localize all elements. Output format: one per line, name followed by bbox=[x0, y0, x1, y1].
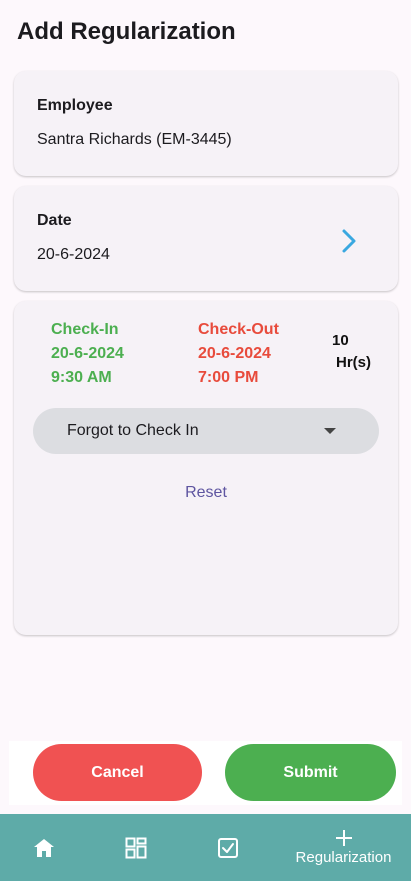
check-in-date: 20-6-2024 bbox=[51, 345, 124, 362]
check-out-label: Check-Out bbox=[198, 321, 279, 338]
duration-value: 10 bbox=[332, 332, 349, 349]
nav-item-home[interactable] bbox=[23, 814, 65, 881]
plus-icon bbox=[335, 830, 352, 846]
reason-dropdown-value: Forgot to Check In bbox=[67, 422, 199, 439]
employee-value: Santra Richards (EM-3445) bbox=[37, 131, 232, 148]
reset-link[interactable]: Reset bbox=[14, 484, 398, 502]
reason-dropdown[interactable]: Forgot to Check In bbox=[33, 408, 379, 454]
date-label: Date bbox=[37, 212, 72, 229]
page-title: Add Regularization bbox=[17, 18, 236, 45]
nav-item-tasks[interactable] bbox=[207, 814, 249, 881]
dashboard-grid-icon bbox=[125, 837, 147, 858]
check-in-label: Check-In bbox=[51, 321, 119, 338]
caret-down-icon bbox=[324, 428, 336, 434]
check-out-time: 7:00 PM bbox=[198, 369, 259, 386]
checkbox-icon bbox=[218, 837, 238, 858]
nav-regularization-label: Regularization bbox=[295, 849, 392, 866]
nav-item-dashboard[interactable] bbox=[115, 814, 157, 881]
check-in-block: Check-In 20-6-2024 9:30 AM bbox=[51, 318, 124, 390]
employee-card: Employee Santra Richards (EM-3445) bbox=[14, 71, 398, 176]
submit-button[interactable]: Submit bbox=[225, 744, 396, 801]
nav-item-regularization[interactable]: Regularization bbox=[286, 814, 401, 881]
check-in-time: 9:30 AM bbox=[51, 369, 112, 386]
check-out-block: Check-Out 20-6-2024 7:00 PM bbox=[198, 318, 279, 390]
attendance-card: Check-In 20-6-2024 9:30 AM Check-Out 20-… bbox=[14, 301, 398, 635]
date-card[interactable]: Date 20-6-2024 bbox=[14, 186, 398, 291]
home-icon bbox=[34, 838, 54, 857]
duration: 10 Hr(s) bbox=[332, 330, 371, 374]
duration-unit: Hr(s) bbox=[336, 354, 372, 371]
date-value: 20-6-2024 bbox=[37, 246, 110, 263]
bottom-nav: Regularization bbox=[0, 814, 411, 881]
chevron-right-icon[interactable] bbox=[340, 227, 358, 255]
cancel-button[interactable]: Cancel bbox=[33, 744, 202, 801]
employee-label: Employee bbox=[37, 97, 113, 114]
check-out-date: 20-6-2024 bbox=[198, 345, 271, 362]
